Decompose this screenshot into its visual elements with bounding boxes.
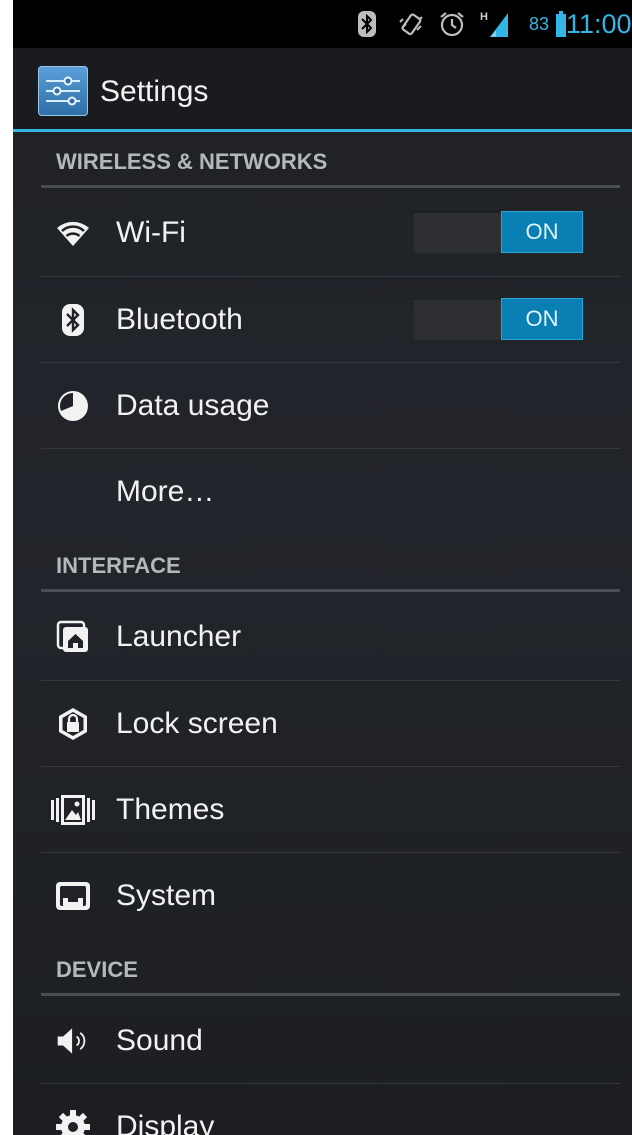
settings-sliders-icon[interactable] bbox=[38, 66, 88, 116]
section-header-wireless: WIRELESS & NETWORKS bbox=[56, 149, 328, 174]
wifi-toggle[interactable]: ON bbox=[413, 211, 583, 253]
settings-screen: H 83 11:00 Settings WIRELESS & NETWORKS … bbox=[13, 0, 632, 1135]
settings-item-display[interactable]: Display bbox=[41, 1084, 620, 1135]
settings-item-sound[interactable]: Sound bbox=[41, 998, 620, 1084]
settings-item-label: Data usage bbox=[116, 389, 270, 422]
section-header-device: DEVICE bbox=[56, 957, 138, 982]
signal-hspa-icon: H bbox=[479, 0, 511, 48]
vibrate-icon bbox=[396, 0, 426, 48]
settings-item-label: Launcher bbox=[116, 620, 242, 653]
display-gear-icon bbox=[55, 1109, 91, 1135]
section-header-interface: INTERFACE bbox=[56, 553, 181, 578]
status-bar: H 83 11:00 bbox=[13, 0, 632, 48]
settings-item-label: Bluetooth bbox=[116, 303, 243, 336]
status-clock: 11:00 bbox=[566, 9, 632, 39]
settings-item-wifi[interactable]: Wi-Fi ON bbox=[41, 190, 620, 276]
svg-text:H: H bbox=[480, 11, 488, 23]
data-usage-icon bbox=[55, 388, 91, 424]
settings-item-launcher[interactable]: Launcher bbox=[41, 594, 620, 680]
battery-percent: 83 bbox=[529, 14, 550, 34]
section-divider bbox=[41, 589, 620, 592]
settings-item-more[interactable]: More… bbox=[41, 449, 620, 535]
bluetooth-icon bbox=[55, 302, 91, 338]
settings-item-data-usage[interactable]: Data usage bbox=[41, 363, 620, 449]
settings-item-label: Lock screen bbox=[116, 707, 278, 740]
settings-item-label: Sound bbox=[116, 1024, 203, 1057]
wifi-toggle-on: ON bbox=[501, 211, 583, 253]
section-divider bbox=[41, 993, 620, 996]
launcher-icon bbox=[55, 619, 91, 655]
themes-icon bbox=[51, 792, 95, 828]
settings-item-bluetooth[interactable]: Bluetooth ON bbox=[41, 277, 620, 363]
wifi-icon bbox=[55, 215, 91, 251]
settings-item-label: Themes bbox=[116, 793, 225, 826]
sound-icon bbox=[55, 1023, 91, 1059]
settings-item-label: Wi-Fi bbox=[116, 216, 186, 249]
settings-item-themes[interactable]: Themes bbox=[41, 767, 620, 853]
page-title: Settings bbox=[100, 75, 209, 108]
battery-icon bbox=[556, 0, 566, 48]
bluetooth-toggle-on: ON bbox=[501, 298, 583, 340]
settings-item-system[interactable]: System bbox=[41, 853, 620, 939]
section-divider bbox=[41, 185, 620, 188]
action-bar-divider bbox=[13, 129, 632, 132]
bluetooth-toggle[interactable]: ON bbox=[413, 298, 583, 340]
bluetooth-status-icon bbox=[356, 0, 378, 48]
alarm-icon bbox=[437, 0, 467, 48]
settings-item-label: Display bbox=[116, 1110, 215, 1135]
settings-item-label: System bbox=[116, 879, 217, 912]
system-icon bbox=[55, 878, 91, 914]
settings-item-label: More… bbox=[116, 475, 215, 508]
settings-item-lock-screen[interactable]: Lock screen bbox=[41, 681, 620, 767]
lock-icon bbox=[55, 706, 91, 742]
